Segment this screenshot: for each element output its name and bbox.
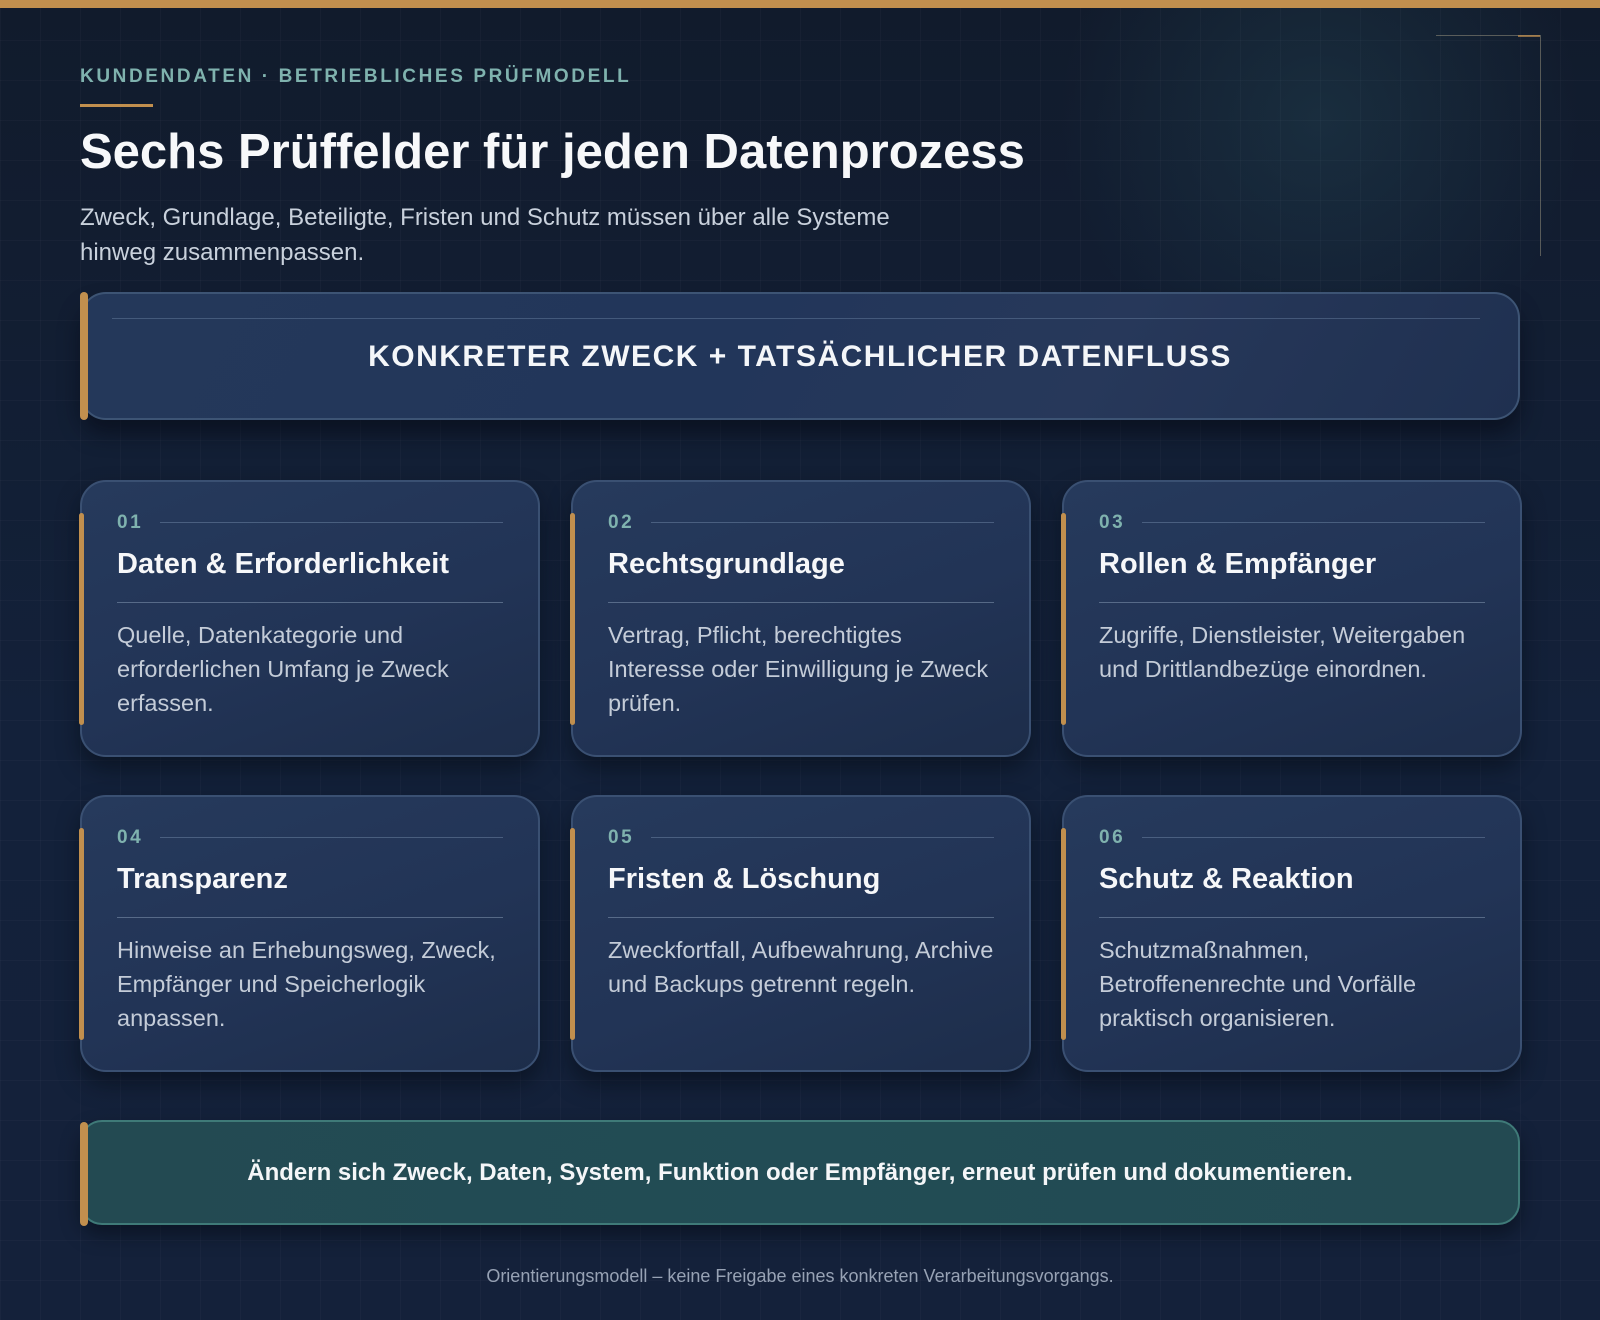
card-number: 04 [117, 827, 144, 848]
banner-text: KONKRETER ZWECK + TATSÄCHLICHER DATENFLU… [368, 340, 1232, 373]
card-description: Schutzmaßnahmen, Betroffenenrechte und V… [1099, 937, 1417, 1031]
page-subtitle: Zweck, Grundlage, Beteiligte, Fristen un… [80, 204, 890, 266]
card-accent-bar [1061, 513, 1066, 725]
card-accent-bar [1061, 828, 1066, 1040]
card-title: Transparenz [117, 863, 288, 895]
card-title: Rechtsgrundlage [608, 548, 845, 580]
card-description: Zweckfortfall, Aufbewahrung, Archive und… [608, 937, 994, 997]
card-number: 06 [1099, 827, 1126, 848]
card-number-divider [651, 837, 994, 838]
change-note-box: Ändern sich Zweck, Daten, System, Funkti… [80, 1120, 1520, 1226]
card-title: Daten & Erforderlichkeit [117, 548, 449, 580]
card-accent-bar [79, 828, 84, 1040]
top-accent-bar [0, 0, 1600, 8]
banner-divider [112, 318, 1480, 319]
card-title-divider [117, 602, 503, 603]
check-card-5: 05 Fristen & Löschung Zweckfortfall, Auf… [570, 795, 1031, 1072]
card-description: Zugriffe, Dienstleister, Weitergaben und… [1099, 622, 1466, 682]
check-card-4: 04 Transparenz Hinweise an Erhebungsweg,… [79, 795, 540, 1072]
card-title-divider [1099, 917, 1485, 918]
card-title: Fristen & Löschung [608, 863, 881, 895]
card-title: Rollen & Empfänger [1099, 548, 1377, 580]
card-number: 03 [1099, 512, 1126, 533]
eyebrow-underline [80, 104, 153, 107]
card-title-divider [608, 602, 994, 603]
check-card-3: 03 Rollen & Empfänger Zugriffe, Dienstle… [1061, 480, 1522, 757]
card-number: 02 [608, 512, 635, 533]
check-card-1: 01 Daten & Erforderlichkeit Quelle, Date… [79, 480, 540, 757]
card-description: Quelle, Datenkategorie und erforderliche… [117, 622, 449, 716]
eyebrow-label: KUNDENDATEN · BETRIEBLICHES PRÜFMODELL [80, 66, 632, 87]
corner-decoration [1436, 35, 1541, 256]
card-number-divider [1142, 522, 1485, 523]
card-accent-bar [570, 513, 575, 725]
card-number: 05 [608, 827, 635, 848]
check-card-6: 06 Schutz & Reaktion Schutzmaßnahmen, Be… [1061, 795, 1522, 1072]
card-number: 01 [117, 512, 144, 533]
card-title-divider [117, 917, 503, 918]
card-description: Vertrag, Pflicht, berechtigtes Interesse… [608, 622, 989, 716]
card-number-divider [651, 522, 994, 523]
card-accent-bar [79, 513, 84, 725]
card-number-divider [1142, 837, 1485, 838]
purpose-banner: KONKRETER ZWECK + TATSÄCHLICHER DATENFLU… [80, 292, 1520, 420]
card-number-divider [160, 837, 503, 838]
card-number-divider [160, 522, 503, 523]
footer-disclaimer: Orientierungsmodell – keine Freigabe ein… [486, 1266, 1114, 1286]
card-accent-bar [570, 828, 575, 1040]
card-title-divider [608, 917, 994, 918]
card-title-divider [1099, 602, 1485, 603]
note-text: Ändern sich Zweck, Daten, System, Funkti… [247, 1159, 1353, 1186]
card-description: Hinweise an Erhebungsweg, Zweck, Empfäng… [117, 937, 496, 1031]
page-title: Sechs Prüffelder für jeden Datenprozess [80, 125, 1025, 179]
card-title: Schutz & Reaktion [1099, 863, 1354, 895]
check-card-2: 02 Rechtsgrundlage Vertrag, Pflicht, ber… [570, 480, 1031, 757]
